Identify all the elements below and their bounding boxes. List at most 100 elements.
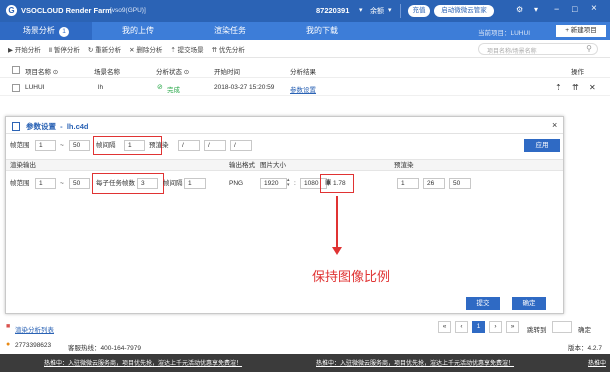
dialog-title: 参数设置 - lh.c4d [26,122,89,131]
minimize-icon[interactable]: − [554,4,559,14]
current-project-label[interactable]: 当前项目：LUHUI [478,27,530,37]
analysis-toolbar: ▶ 开始分析 Ⅱ 暂停分析 ↻ 重新分析 ✕ 删除分析 ⇡ 提交场景 ⇈ 优先分… [0,40,610,58]
version-tag: [vso9(GPU)] [110,6,146,14]
aspect-ratio-value: 1.78 [333,180,346,187]
current-page-button[interactable]: 1 [472,321,485,333]
status-ticker: 热推中：入驻微微云服务商，项目优先抢，渲达上千元活动优惠享免费渲！ 热推中：入驻… [0,354,610,372]
prerender-input-1[interactable]: / [178,140,200,151]
interval-label-2: 帧间隔 [163,180,183,187]
prerender-input-2[interactable]: / [204,140,226,151]
priority-icon[interactable]: ⇈ [572,83,579,92]
first-page-button[interactable]: « [438,321,451,333]
jump-confirm-button[interactable]: 确定 [578,324,591,334]
render-output-header: 渲染输出 [10,162,36,169]
close-icon[interactable]: × [591,3,597,14]
jump-page-input[interactable] [552,321,572,333]
size-separator: : [294,180,296,187]
row-time: 2018-03-27 15:20:59 [214,84,275,91]
divider [6,133,563,134]
submit-scene-button[interactable]: ⇡ 提交场景 [170,44,203,54]
new-project-button[interactable]: + 新建项目 [556,25,606,37]
frame-end-input[interactable]: 50 [69,140,90,151]
tab-label: 场景分析 [22,26,55,35]
success-check-icon: ⊘ [157,84,163,91]
prerender-start-input[interactable]: 1 [397,178,419,189]
tab-my-downloads[interactable]: 我的下载 [276,22,368,40]
interval-input-2[interactable]: 1 [184,178,206,189]
format-value[interactable]: PNG [229,178,243,189]
activate-manager-button[interactable]: 启动微微云管家 [434,5,494,17]
table-header: 项目名称 ⊙ 场景名称 分析状态 ⊙ 开始时间 分析结果 操作 [0,62,610,78]
apply-button[interactable]: 应用 [524,139,560,152]
parameter-settings-link[interactable]: 参数设置 [290,84,316,94]
prev-page-button[interactable]: ‹ [455,321,468,333]
col-analysis-status[interactable]: 分析状态 ⊙ [156,66,189,76]
start-analysis-button[interactable]: ▶ 开始分析 [8,44,41,54]
frame-start-input[interactable]: 1 [35,140,56,151]
arrow-down-icon [332,247,342,255]
tab-scene-analysis[interactable]: 场景分析 1 [0,22,92,40]
section-header: 渲染输出 输出格式 图片大小 预渲染 [6,159,563,171]
annotation-text: 保持图像比例 [312,269,391,284]
tab-badge: 1 [59,27,70,37]
ticker-text-3[interactable]: 热推中 [588,358,606,367]
account-id[interactable]: 87220391 [316,6,349,15]
delete-analysis-button[interactable]: ✕ 删除分析 [129,44,162,54]
qq-icon: ● [6,341,11,348]
tab-render-tasks[interactable]: 渲染任务 [184,22,276,40]
row-checkbox[interactable] [12,84,20,92]
row-scene: lh [98,84,104,91]
width-stepper-icon[interactable]: ▴ ▾ [287,178,290,188]
render-analysis-list-link[interactable]: 渲染分析列表 [15,324,54,334]
tilde-separator-2: ~ [60,180,64,187]
dialog-close-icon[interactable]: × [552,120,557,130]
search-input[interactable]: 项目名称/场景名称 ⚲ [478,43,598,55]
balance-label[interactable]: 余额 [370,6,384,16]
col-scene-name: 场景名称 [94,69,120,76]
frame-end-input-2[interactable]: 50 [69,178,90,189]
balance-dropdown-icon[interactable]: ▾ [388,6,392,14]
ticker-text-2[interactable]: 热推中：入驻微微云服务商，项目优先抢，渲达上千元活动优惠享免费渲！ [316,358,514,367]
lock-ratio-icon[interactable]: ▣ [325,178,332,186]
recharge-button[interactable]: 充值 [408,5,430,17]
prerender-mid-input[interactable]: 26 [423,178,445,189]
qq-number[interactable]: 2773398623 [15,342,51,349]
jump-to-label: 跳转到 [527,327,547,334]
output-format-header: 输出格式 [229,162,255,169]
tilde-separator: ~ [60,142,64,149]
app-logo-icon: G [6,5,17,16]
frame-range-label-2: 帧范围 [10,180,30,187]
pause-analysis-button[interactable]: Ⅱ 暂停分析 [49,44,80,54]
col-project-name[interactable]: 项目名称 ⊙ [25,66,58,76]
upload-icon[interactable]: ⇡ [555,83,562,92]
maximize-icon[interactable]: □ [572,4,577,14]
reanalyze-button[interactable]: ↻ 重新分析 [88,44,121,54]
confirm-button[interactable]: 确定 [512,297,546,310]
menu-dropdown-icon[interactable]: ▾ [534,5,538,14]
settings-icon[interactable]: ⚙ [516,5,523,14]
image-size-header: 图片大小 [260,162,286,169]
search-icon[interactable]: ⚲ [586,44,592,53]
ticker-text[interactable]: 热推中：入驻微微云服务商，项目优先抢，渲达上千元活动优惠享免费渲！ [44,358,242,367]
delete-icon[interactable]: ✕ [589,83,596,92]
highlight-box-frames-per-task [92,173,164,194]
table-row[interactable]: LUHUI lh ⊘ 完成 2018-03-27 15:20:59 参数设置 ⇡… [0,80,610,96]
col-result: 分析结果 [290,69,316,76]
width-input[interactable]: 1920 [260,178,287,189]
account-dropdown-icon[interactable]: ▾ [359,6,363,14]
prerender-end-input[interactable]: 50 [449,178,471,189]
divider [400,4,401,18]
next-page-button[interactable]: › [489,321,502,333]
last-page-button[interactable]: » [506,321,519,333]
document-icon [12,122,20,131]
parameter-dialog: 参数设置 - lh.c4d × 帧范围 1 ~ 50 帧间隔 1 预渲染 / /… [5,116,564,314]
prerender-input-3[interactable]: / [230,140,252,151]
search-placeholder: 项目名称/场景名称 [487,48,537,55]
submit-button[interactable]: 提交 [466,297,500,310]
version-label: 版本：4.2.7 [568,345,602,352]
select-all-checkbox[interactable] [12,66,20,74]
priority-analysis-button[interactable]: ⇈ 优先分析 [212,44,245,54]
tab-my-upload[interactable]: 我的上传 [92,22,184,40]
frame-start-input-2[interactable]: 1 [35,178,56,189]
main-nav: 场景分析 1 我的上传 渲染任务 我的下载 当前项目：LUHUI + 新建项目 [0,22,610,40]
